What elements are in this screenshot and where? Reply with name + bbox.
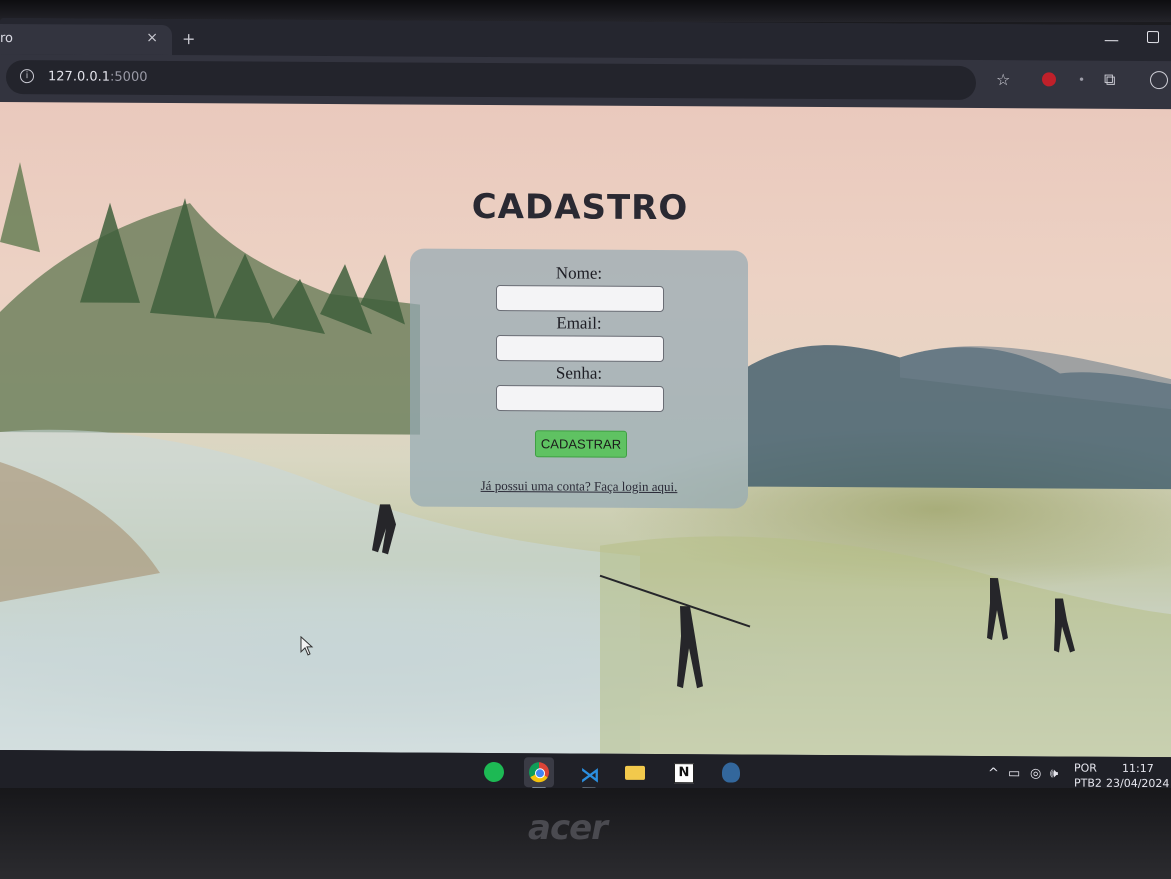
password-label: Senha: (555, 363, 603, 383)
password-input[interactable] (496, 385, 664, 413)
mouse-cursor-icon (300, 635, 314, 656)
chevron-up-icon[interactable]: ^ (988, 766, 999, 781)
pgadmin-icon[interactable] (716, 758, 746, 791)
battery-icon[interactable]: ▭ (1008, 766, 1020, 781)
clock-time[interactable]: 11:17 (1122, 762, 1154, 775)
profile-icon[interactable] (1150, 71, 1168, 90)
url-host: 127.0.0.1 (48, 69, 111, 85)
notion-glyph: N (674, 763, 694, 784)
browser-toolbar: i 127.0.0.1:5000 ☆ • ⧉ (0, 54, 1171, 110)
email-input[interactable] (496, 335, 664, 363)
notion-icon[interactable]: N (668, 758, 698, 788)
vscode-icon[interactable]: ⋊ (574, 758, 604, 790)
new-tab-button[interactable]: + (182, 29, 195, 48)
close-tab-icon[interactable]: × (146, 30, 158, 46)
register-button[interactable]: CADASTRAR (535, 430, 627, 458)
minimize-window-button[interactable]: — (1104, 31, 1119, 49)
page-title: CADASTRO (471, 186, 689, 229)
url-port: :5000 (110, 69, 148, 85)
tab-title: ro (0, 31, 14, 47)
file-explorer-icon[interactable] (620, 758, 650, 788)
address-bar[interactable]: i 127.0.0.1:5000 (6, 60, 976, 100)
browser-tab[interactable]: ro × (0, 24, 172, 56)
login-link[interactable]: Já possui uma conta? Faça login aqui. (410, 478, 748, 496)
page-background: CADASTRO Nome: Email: Senha: CADASTRAR J… (0, 102, 1171, 758)
language-indicator[interactable]: POR (1074, 762, 1097, 775)
name-input[interactable] (496, 285, 664, 313)
bookmark-star-icon[interactable]: ☆ (996, 70, 1010, 89)
volume-icon[interactable]: 🕪 (1050, 766, 1058, 781)
extension-small-icon[interactable]: • (1078, 73, 1085, 87)
extensions-puzzle-icon[interactable]: ⧉ (1104, 70, 1115, 90)
network-globe-icon[interactable]: ◎ (1030, 766, 1041, 781)
email-label: Email: (556, 313, 602, 333)
extension-icon[interactable] (1042, 72, 1056, 87)
site-info-icon[interactable]: i (20, 69, 34, 84)
laptop-brand-logo: acer (528, 808, 608, 848)
restore-window-button[interactable] (1147, 31, 1159, 44)
chrome-icon[interactable] (524, 757, 554, 790)
name-label: Nome: (555, 263, 603, 283)
spotify-icon[interactable] (479, 757, 509, 787)
url-text[interactable]: 127.0.0.1:5000 (48, 69, 148, 85)
screen: ro × + — i 127.0.0.1:5000 ☆ • ⧉ CADASTRO… (0, 18, 1171, 796)
register-form-card: Nome: Email: Senha: CADASTRAR Já possui … (410, 248, 748, 509)
